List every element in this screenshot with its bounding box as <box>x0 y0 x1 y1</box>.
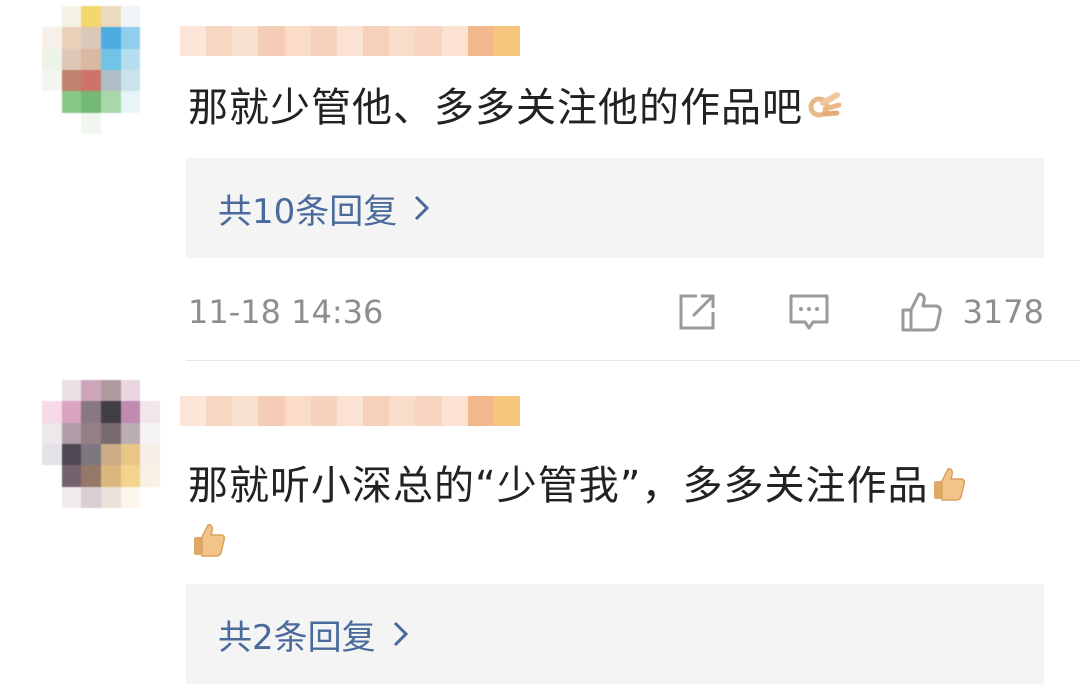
username-blurred[interactable] <box>180 18 521 64</box>
comment-item: 那就少管他、多多关注他的作品吧 共10条回复 11-18 14:36 3178 <box>0 0 1080 360</box>
view-replies-link[interactable]: 共2条回复 <box>218 584 410 684</box>
comment-icon[interactable] <box>787 290 831 334</box>
timestamp: 11-18 14:36 <box>188 293 384 331</box>
replies-box[interactable]: 共2条回复 <box>186 584 1044 684</box>
avatar[interactable] <box>42 6 160 134</box>
comment-text-body: 那就少管他、多多关注他的作品吧 <box>188 85 803 131</box>
replies-label: 共2条回复 <box>218 617 376 658</box>
replies-box[interactable]: 共10条回复 <box>186 158 1044 258</box>
comment-text: 那就少管他、多多关注他的作品吧 <box>188 80 1040 136</box>
ok-hand-emoji <box>808 92 842 118</box>
like-count: 3178 <box>962 293 1044 331</box>
chevron-right-icon <box>415 195 430 221</box>
view-replies-link[interactable]: 共10条回复 <box>218 158 431 258</box>
avatar[interactable] <box>42 380 160 508</box>
comment-text: 那就听小深总的“少管我”，多多关注作品 <box>188 458 1040 570</box>
chevron-right-icon <box>393 621 408 647</box>
thumbs-up-emoji <box>194 524 226 557</box>
thumbs-up-emoji <box>934 468 966 501</box>
comment-item: 那就听小深总的“少管我”，多多关注作品 共2条回复 <box>0 360 1080 690</box>
comment-text-body: 那就听小深总的“少管我”，多多关注作品 <box>188 463 929 509</box>
username-blurred[interactable] <box>180 388 521 434</box>
replies-label: 共10条回复 <box>218 191 398 232</box>
comment-meta: 11-18 14:36 3178 <box>188 287 1044 337</box>
comment-actions: 3178 <box>675 290 1044 334</box>
thumbs-up-icon[interactable] <box>899 290 943 334</box>
share-icon[interactable] <box>675 290 719 334</box>
